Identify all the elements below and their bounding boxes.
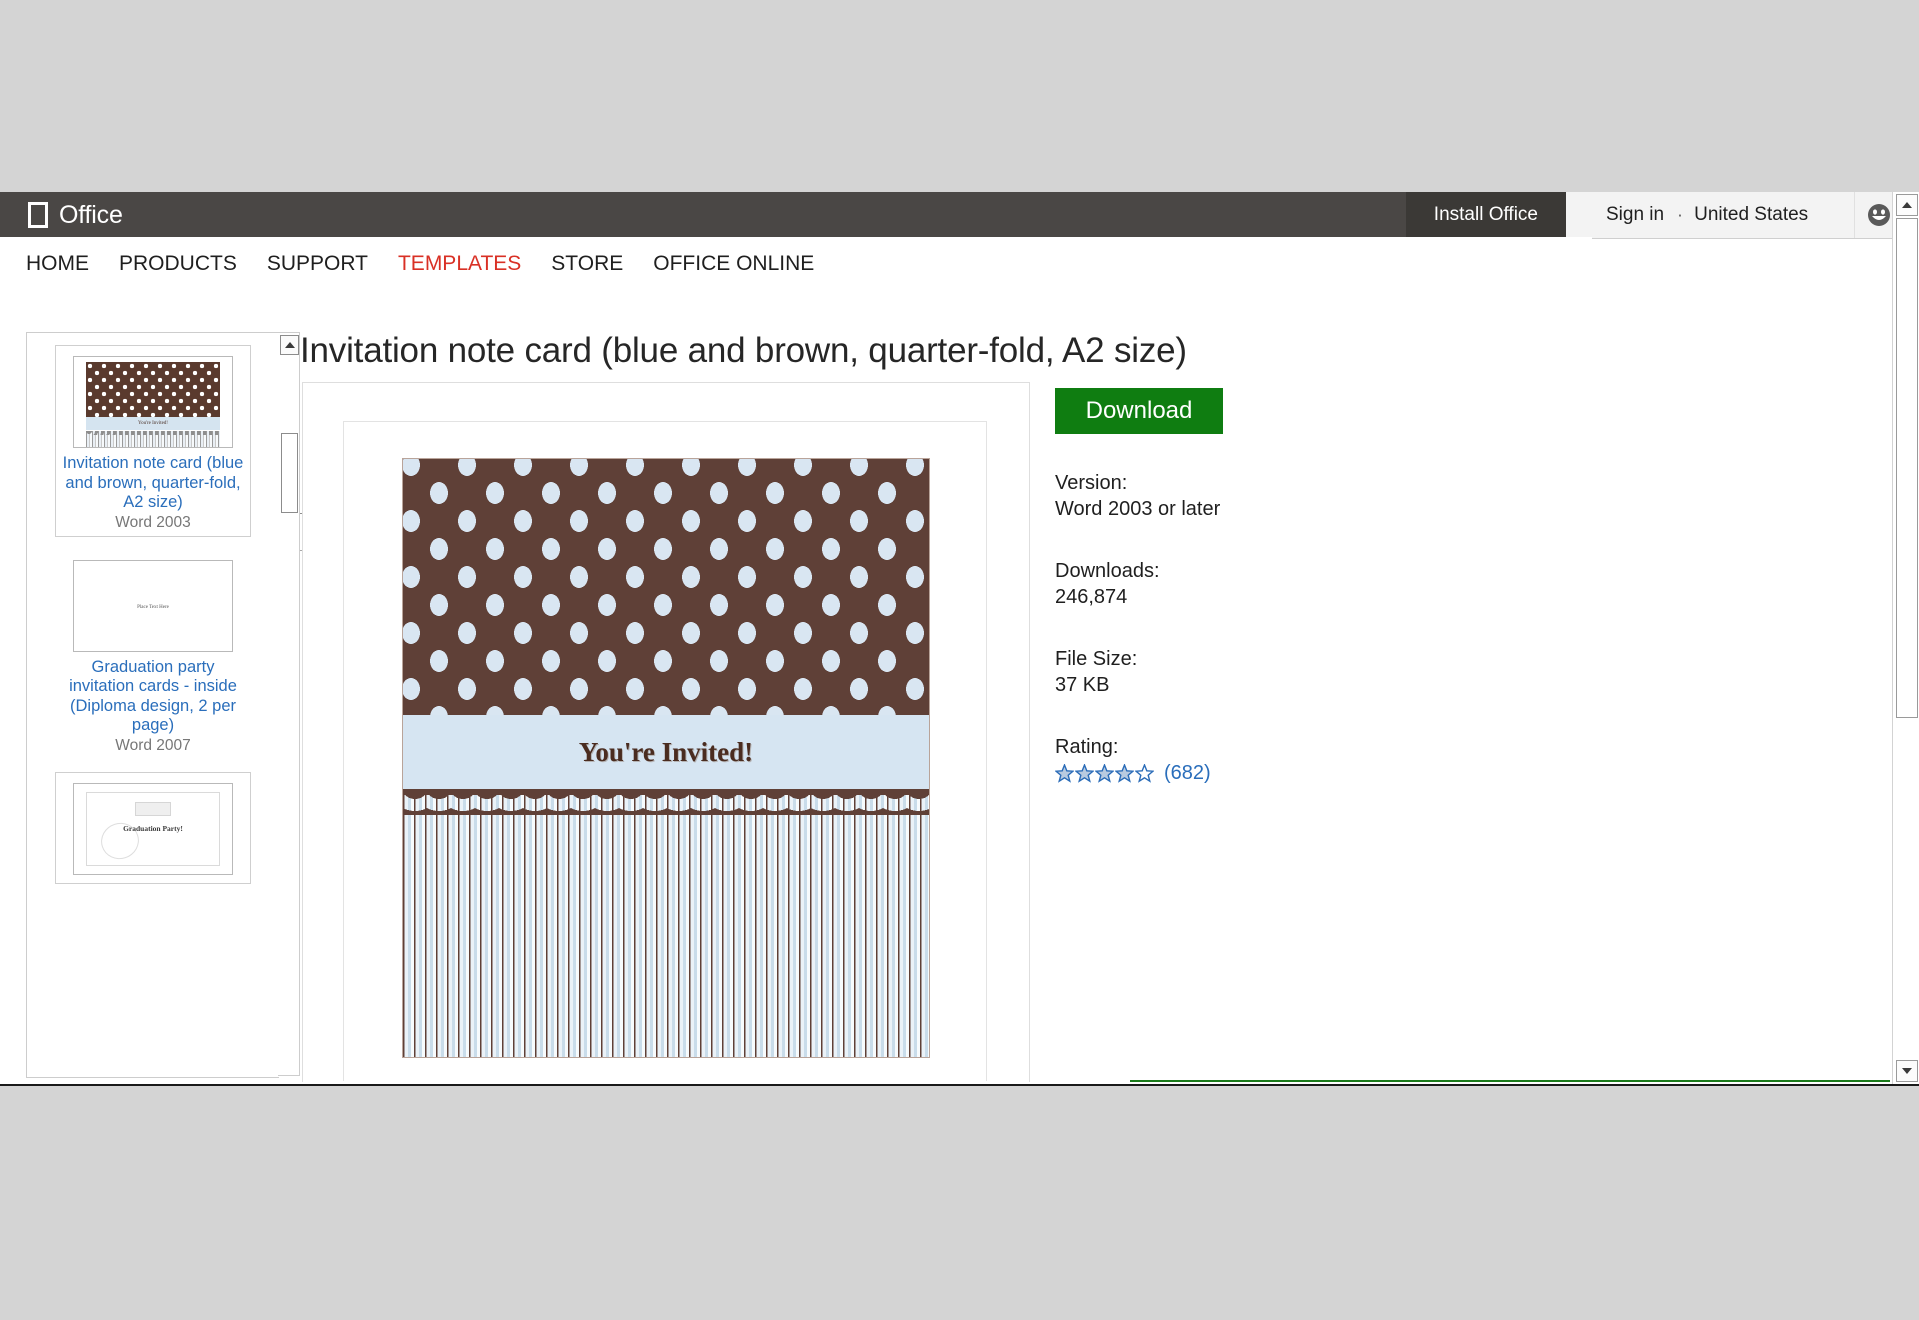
card-band-section: You're Invited!	[403, 715, 929, 789]
smiley-face-icon	[1866, 202, 1892, 228]
bottom-accent-rule	[1130, 1080, 1890, 1082]
result-item-2[interactable]: Place Text Here Graduation party invitat…	[55, 549, 251, 760]
template-meta-panel: Download Version: Word 2003 or later Dow…	[1055, 388, 1475, 785]
thumb-band-text: You're Invited!	[86, 417, 220, 430]
office-top-bar: Office Install Office	[0, 192, 1566, 237]
download-button[interactable]: Download	[1055, 388, 1223, 434]
thumb-placeholder-text: Place Text Here	[74, 605, 232, 610]
star-filled-icon	[1115, 764, 1134, 783]
results-scrollbar[interactable]	[278, 332, 300, 1076]
screen: Office Install Office Sign in ··· United…	[0, 0, 1919, 1320]
downloads-block: Downloads: 246,874	[1055, 558, 1475, 610]
card-scallop-top-edge	[403, 789, 929, 795]
nav-item-office-online[interactable]: OFFICE ONLINE	[653, 252, 814, 276]
result-thumbnail-2: Place Text Here	[73, 560, 233, 652]
nav-item-store[interactable]: STORE	[551, 252, 623, 276]
star-filled-icon	[1075, 764, 1094, 783]
thumb-polka-pattern	[86, 362, 220, 417]
preview-page: You're Invited!	[343, 421, 987, 1081]
country-selector[interactable]: United States	[1694, 204, 1808, 226]
thumb-inner-frame: Graduation Party!	[86, 792, 220, 866]
result-version-1: Word 2003	[56, 513, 250, 534]
star-empty-icon	[1135, 764, 1154, 783]
office-door-icon	[28, 202, 50, 228]
result-thumbnail-3: Graduation Party!	[73, 783, 233, 875]
rating-stars[interactable]	[1055, 764, 1154, 783]
diploma-icon	[135, 802, 171, 816]
account-bar: Sign in ··· United States	[1566, 192, 1919, 239]
version-block: Version: Word 2003 or later	[1055, 470, 1475, 522]
rating-row: (682)	[1055, 762, 1475, 785]
page-scrollbar[interactable]	[1892, 192, 1919, 1084]
nav-item-templates[interactable]: TEMPLATES	[398, 252, 521, 276]
nav-item-home[interactable]: HOME	[26, 252, 89, 276]
nav-item-products[interactable]: PRODUCTS	[119, 252, 237, 276]
search-results-list[interactable]: You're Invited! Invitation note card (bl…	[26, 332, 279, 1078]
filesize-block: File Size: 37 KB	[1055, 646, 1475, 698]
template-preview-card[interactable]: You're Invited!	[402, 458, 930, 1058]
star-filled-icon	[1095, 764, 1114, 783]
rating-block: Rating: (682)	[1055, 734, 1475, 785]
page-scroll-thumb[interactable]	[1896, 218, 1918, 718]
page-title: Invitation note card (blue and brown, qu…	[300, 331, 1187, 371]
downloads-label: Downloads:	[1055, 558, 1475, 584]
preview-panel: You're Invited!	[302, 382, 1030, 1082]
install-office-button[interactable]: Install Office	[1406, 192, 1566, 237]
card-stripe-section	[403, 789, 929, 1057]
account-bar-inner: Sign in ··· United States	[1566, 192, 1808, 238]
result-item-1[interactable]: You're Invited! Invitation note card (bl…	[55, 345, 251, 537]
result-title-2[interactable]: Graduation party invitation cards - insi…	[56, 658, 250, 736]
results-scroll-up-button[interactable]	[280, 335, 299, 355]
result-thumbnail-1: You're Invited!	[73, 356, 233, 448]
page-scroll-up-button[interactable]	[1896, 194, 1918, 216]
card-polka-section	[403, 459, 929, 715]
card-invite-text: You're Invited!	[579, 737, 753, 768]
filesize-value: 37 KB	[1055, 672, 1475, 698]
browser-viewport: Office Install Office Sign in ··· United…	[0, 192, 1919, 1086]
main-navigation: HOME PRODUCTS SUPPORT TEMPLATES STORE OF…	[0, 237, 1592, 290]
filesize-label: File Size:	[1055, 646, 1475, 672]
thumb-stripe-pattern	[86, 431, 220, 448]
rating-count-link[interactable]: (682)	[1164, 762, 1211, 785]
version-label: Version:	[1055, 470, 1475, 496]
page-scroll-down-button[interactable]	[1896, 1060, 1918, 1082]
triangle-up-icon	[285, 342, 295, 348]
rating-label: Rating:	[1055, 734, 1475, 760]
version-value: Word 2003 or later	[1055, 496, 1475, 522]
results-scroll-thumb[interactable]	[281, 433, 298, 513]
downloads-value: 246,874	[1055, 584, 1475, 610]
nav-item-support[interactable]: SUPPORT	[267, 252, 368, 276]
office-wordmark: Office	[59, 202, 123, 228]
result-item-3[interactable]: Graduation Party!	[55, 772, 251, 884]
office-logo[interactable]: Office	[28, 202, 123, 228]
triangle-up-icon	[1902, 202, 1912, 208]
sign-in-link[interactable]: Sign in	[1606, 204, 1664, 226]
triangle-down-icon	[1902, 1068, 1912, 1074]
result-version-2: Word 2007	[56, 736, 250, 757]
result-title-1[interactable]: Invitation note card (blue and brown, qu…	[56, 454, 250, 513]
thumb-grad-text: Graduation Party!	[87, 824, 219, 833]
star-filled-icon	[1055, 764, 1074, 783]
